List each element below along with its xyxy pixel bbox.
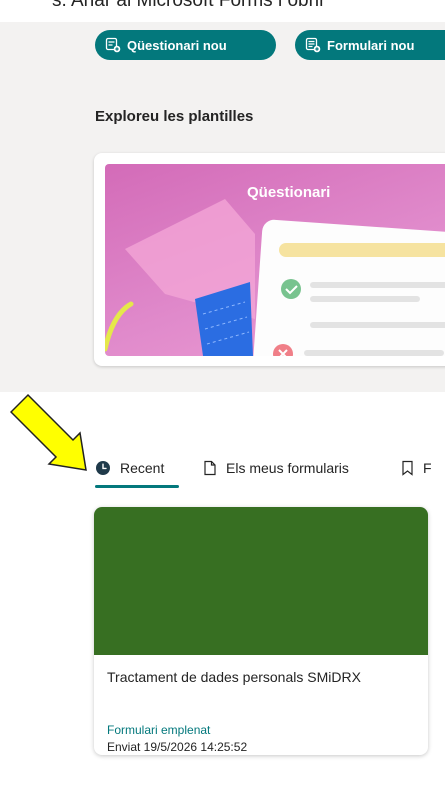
tab-recent-label: Recent xyxy=(120,460,165,476)
new-quiz-label: Qüestionari nou xyxy=(127,37,227,53)
new-quiz-button[interactable]: Qüestionari nou xyxy=(95,30,276,60)
annotation-arrow-icon xyxy=(10,393,87,471)
tab-my-forms[interactable]: Els meus formularis xyxy=(203,456,349,480)
instruction-text-strip: s. Anar al Microsoft Forms i obrir xyxy=(0,0,445,22)
document-icon xyxy=(204,460,216,476)
recent-form-card[interactable]: Tractament de dades personals SMiDRX For… xyxy=(94,507,428,755)
form-status: Formulari emplenat xyxy=(107,723,211,737)
templates-heading: Exploreu les plantilles xyxy=(95,108,254,125)
form-submitted-date: Enviat 19/5/2026 14:25:52 xyxy=(107,740,248,754)
new-form-label: Formulari nou xyxy=(327,37,415,53)
bookmark-icon xyxy=(402,460,413,476)
form-title: Tractament de dades personals SMiDRX xyxy=(107,669,361,685)
form-cover xyxy=(94,507,428,655)
tab-my-forms-label: Els meus formularis xyxy=(226,460,349,476)
tab-recent[interactable]: Recent xyxy=(95,456,164,480)
create-area: Qüestionari nou Formulari nou Exploreu l… xyxy=(0,22,445,392)
tab-favorites[interactable]: F xyxy=(401,456,432,480)
tab-favorites-label: F xyxy=(423,460,432,476)
template-illustration: Qüestionari xyxy=(105,164,445,356)
template-label: Qüestionari xyxy=(247,184,331,201)
form-icon xyxy=(305,37,321,53)
active-tab-indicator xyxy=(95,485,179,488)
clock-icon xyxy=(96,461,110,475)
instruction-text: s. Anar al Microsoft Forms i obrir xyxy=(52,0,326,11)
new-form-button[interactable]: Formulari nou xyxy=(295,30,445,60)
forms-tab-bar: Recent Els meus formularis F xyxy=(95,456,445,488)
template-card-quiz[interactable]: Qüestionari xyxy=(94,153,445,366)
quiz-icon xyxy=(105,37,121,53)
